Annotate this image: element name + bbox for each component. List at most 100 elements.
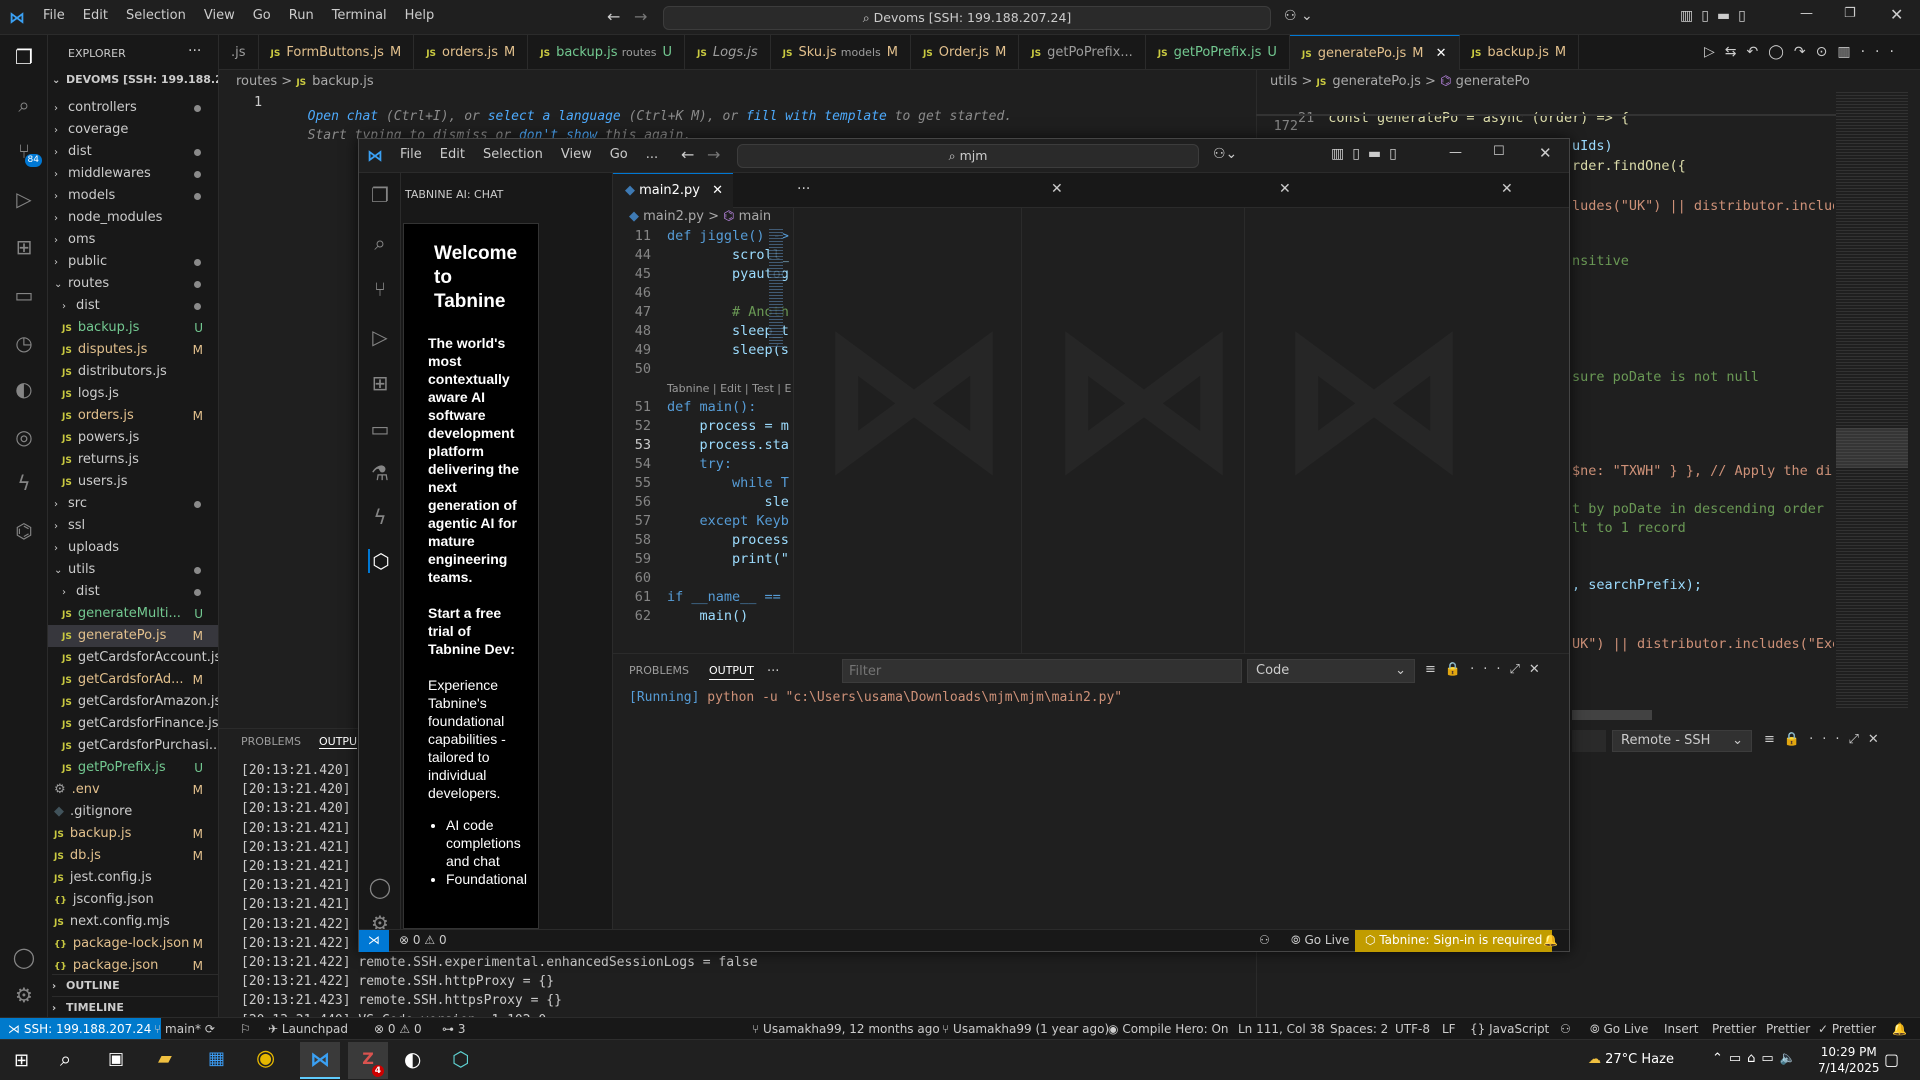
tree-item[interactable]: › dist xyxy=(48,581,218,603)
remote-explorer-icon[interactable]: ▭ xyxy=(368,417,392,441)
zoom-icon[interactable]: Z4 xyxy=(348,1042,388,1079)
copilot-status-icon[interactable]: ⚇ xyxy=(1259,930,1270,951)
menu-item[interactable]: Edit xyxy=(74,8,117,23)
breadcrumb-folder[interactable]: utils xyxy=(1270,74,1297,89)
layout-icons[interactable]: ▥▯▬▯ xyxy=(1331,146,1405,162)
floating-command-center[interactable]: ⌕ mjm xyxy=(737,144,1199,168)
git-blame-2[interactable]: ⑂ Usamakha99 (1 year ago) xyxy=(942,1018,1109,1040)
compile-hero[interactable]: ◉ Compile Hero: On xyxy=(1108,1018,1229,1040)
breadcrumb-symbol[interactable]: generatePo xyxy=(1456,74,1530,89)
indentation[interactable]: Spaces: 2 xyxy=(1330,1018,1388,1040)
search-icon[interactable]: ⌕ xyxy=(12,93,36,117)
tree-item[interactable]: › controllers xyxy=(48,97,218,119)
explorer-more-icon[interactable]: ··· xyxy=(188,43,201,59)
back-arrow-icon[interactable]: ← xyxy=(607,7,620,26)
launchpad-button[interactable]: ✈ Launchpad xyxy=(268,1018,348,1040)
tree-item[interactable]: JS next.config.mjs xyxy=(48,911,218,933)
extensions-icon[interactable]: ⊞ xyxy=(12,235,36,259)
editor-tab[interactable]: JS Logs.js xyxy=(685,35,771,70)
source-control-icon[interactable]: ⑂ 84 xyxy=(12,139,42,167)
store-icon[interactable]: ▦ xyxy=(208,1048,225,1069)
tree-item[interactable]: JS distributors.js xyxy=(48,361,218,383)
tree-item[interactable]: JS getPoPrefix.js U xyxy=(48,757,218,779)
tree-item[interactable]: ⌄ utils xyxy=(48,559,218,581)
encoding[interactable]: UTF-8 xyxy=(1395,1018,1430,1040)
tree-item[interactable]: JS backup.js M xyxy=(48,823,218,845)
clock[interactable]: 10:29 PM 7/14/2025 xyxy=(1818,1044,1880,1076)
testing-flask-icon[interactable]: ⚗ xyxy=(368,461,392,485)
windows-start-icon[interactable]: ⊞ xyxy=(14,1050,29,1071)
tree-item[interactable]: JS getCardsforAccount.js xyxy=(48,647,218,669)
editor-tab[interactable]: JS getPoPrefix... xyxy=(1019,35,1146,70)
language-mode[interactable]: {} JavaScript xyxy=(1470,1018,1549,1040)
close-group-icon[interactable]: ✕ xyxy=(1501,181,1513,197)
minimize-button[interactable]: — xyxy=(1800,6,1813,21)
forward-arrow-icon[interactable]: → xyxy=(634,7,647,26)
minimap[interactable] xyxy=(1836,90,1908,710)
tree-item[interactable]: JS getCardsforPurchasi... xyxy=(48,735,218,757)
close-group-icon[interactable]: ✕ xyxy=(1051,181,1063,197)
file-explorer-icon[interactable]: ▰ xyxy=(158,1048,172,1069)
menu-item[interactable]: Selection xyxy=(474,147,552,162)
app-icon-2[interactable]: ⬡ xyxy=(452,1047,469,1071)
tree-item[interactable]: JS returns.js xyxy=(48,449,218,471)
run-debug-icon[interactable]: ▷ xyxy=(12,187,36,211)
problems-indicator[interactable]: ⊗ 0 ⚠ 0 xyxy=(399,930,447,951)
tree-item[interactable]: JS logs.js xyxy=(48,383,218,405)
task-view-icon[interactable]: ▣ xyxy=(108,1049,124,1069)
timeline-icon[interactable]: ◷ xyxy=(12,331,36,355)
tree-item[interactable]: JS generateMulti... U xyxy=(48,603,218,625)
tree-item[interactable]: JS db.js M xyxy=(48,845,218,867)
editor-actions[interactable]: ▷⇆↶◯↷⊙▥··· xyxy=(1704,44,1904,60)
tree-item[interactable]: › coverage xyxy=(48,119,218,141)
tabnine-codelens[interactable]: Tabnine | Edit | Test | E xyxy=(613,379,793,398)
explorer-icon[interactable]: ❐ xyxy=(368,183,392,207)
outline-section[interactable]: › OUTLINE xyxy=(52,974,218,996)
tree-item[interactable]: JS powers.js xyxy=(48,427,218,449)
editor-tab[interactable]: JS generatePo.js M ✕ xyxy=(1289,35,1460,70)
lightning-icon[interactable]: ϟ xyxy=(12,471,36,495)
tree-item[interactable]: › src xyxy=(48,493,218,515)
editor-tab[interactable]: JS backup.js routes U xyxy=(528,35,686,70)
menu-item[interactable]: Terminal xyxy=(323,8,396,23)
remote-indicator[interactable]: ⋊ xyxy=(359,930,389,952)
menu-item[interactable]: File xyxy=(34,8,74,23)
taskbar-search-icon[interactable]: ⌕ xyxy=(60,1047,71,1071)
panel-actions[interactable]: ≡🔒···⤢✕ xyxy=(1764,732,1888,747)
menu-item[interactable]: ... xyxy=(637,147,667,162)
layout-icons[interactable]: ▥▯▬▯ xyxy=(1680,8,1754,24)
menu-item[interactable]: Run xyxy=(280,8,323,23)
menu-item[interactable]: Go xyxy=(244,8,280,23)
editor-tab[interactable]: JS getPoPrefix.js U xyxy=(1146,35,1290,70)
menu-item[interactable]: Go xyxy=(601,147,637,162)
go-live-button[interactable]: ⦾ Go Live xyxy=(1291,930,1349,951)
close-tab-icon[interactable]: ✕ xyxy=(712,183,723,198)
notifications-bell-icon[interactable]: 🔔 xyxy=(1543,930,1558,951)
account-icon[interactable]: ◯ xyxy=(368,875,392,899)
tray-icons[interactable]: ⌃▭⌂▭🔈 xyxy=(1712,1051,1802,1066)
fill-template-link[interactable]: fill with template xyxy=(746,109,887,124)
vscode-taskbar-icon[interactable]: ⋈ xyxy=(300,1042,340,1079)
extensions-icon[interactable]: ⊞ xyxy=(368,371,392,395)
menu-item[interactable]: Edit xyxy=(431,147,474,162)
breadcrumb-file[interactable]: main2.py xyxy=(643,209,704,224)
manage-gear-icon[interactable]: ⚙ xyxy=(12,983,36,1007)
command-center[interactable]: ⌕ Devoms [SSH: 199.188.207.24] xyxy=(663,6,1271,30)
extension-view-icon[interactable]: ◎ xyxy=(12,425,36,449)
filter-input-fragment[interactable] xyxy=(1572,730,1606,752)
tab-main2-py[interactable]: ◆ main2.py ✕ xyxy=(613,173,733,208)
account-icon[interactable]: ◯ xyxy=(12,945,36,969)
more-actions-icon[interactable]: ··· xyxy=(797,181,810,197)
app-icon[interactable]: ◐ xyxy=(404,1047,421,1071)
tree-item[interactable]: JS disputes.js M xyxy=(48,339,218,361)
menu-item[interactable]: Selection xyxy=(117,8,195,23)
weather-widget[interactable]: ☁ 27°C Haze xyxy=(1588,1052,1674,1067)
tree-item[interactable]: › dist xyxy=(48,295,218,317)
end-of-line[interactable]: LF xyxy=(1442,1018,1456,1040)
cursor-position[interactable]: Ln 111, Col 38 xyxy=(1238,1018,1325,1040)
python-icon[interactable]: ⌬ xyxy=(12,519,36,543)
editor-tab[interactable]: JS orders.js M xyxy=(414,35,529,70)
tree-item[interactable]: JS getCardsforAd... M xyxy=(48,669,218,691)
editor-tab[interactable]: JS FormButtons.js M xyxy=(259,35,415,70)
menu-item[interactable]: View xyxy=(195,8,244,23)
